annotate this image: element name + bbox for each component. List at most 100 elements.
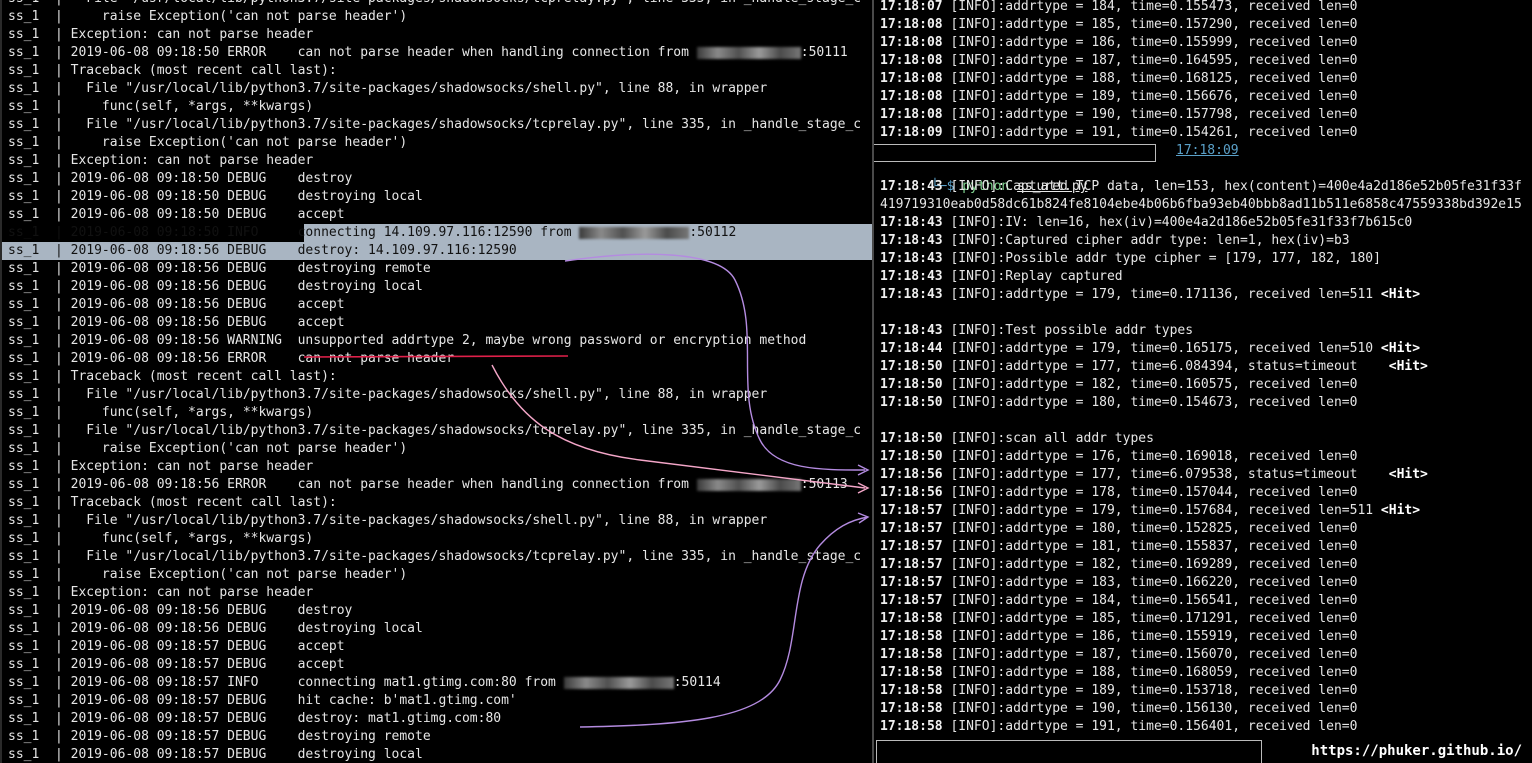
output-line: 17:18:08 [INFO]:addrtype = 189, time=0.1… xyxy=(874,88,1532,106)
log-line: ss_1 | File "/usr/local/lib/python3.7/si… xyxy=(2,80,874,98)
timestamp: 17:18:50 xyxy=(880,449,943,464)
log-line: ss_1 | 2019-06-08 09:18:56 DEBUG destroy… xyxy=(2,242,874,260)
log-text: 2019-06-08 09:18:56 ERROR can not parse … xyxy=(70,477,697,492)
output-text: 419719310eab0d58dc61b824fe8104ebe4b06b6f… xyxy=(880,197,1522,212)
output-line: 17:18:43 [INFO]:addrtype = 179, time=0.1… xyxy=(874,286,1532,304)
output-text: [INFO]:addrtype = 188, time=0.168059, re… xyxy=(942,665,1358,680)
log-port: :50114 xyxy=(673,675,721,690)
log-text: 2019-06-08 09:18:57 DEBUG accept xyxy=(70,657,345,672)
log-line: ss_1 | Exception: can not parse header xyxy=(2,152,874,170)
log-text: Exception: can not parse header xyxy=(70,27,314,42)
output-text: [INFO]:addrtype = 176, time=0.169018, re… xyxy=(942,449,1358,464)
output-text: [INFO]:Captured cipher addr type: len=1,… xyxy=(942,233,1350,248)
timestamp: 17:18:58 xyxy=(880,647,943,662)
log-line: ss_1 | func(self, *args, **kwargs) xyxy=(2,404,874,422)
log-port: :50113 xyxy=(800,477,848,492)
output-text: [INFO]:addrtype = 183, time=0.166220, re… xyxy=(942,575,1358,590)
timestamp: 17:18:43 xyxy=(880,179,943,194)
redacted-ip xyxy=(579,226,690,239)
log-line: ss_1 | 2019-06-08 09:18:56 DEBUG destroy xyxy=(2,602,874,620)
log-line: ss_1 | 2019-06-08 09:18:56 DEBUG destroy… xyxy=(2,278,874,296)
log-line: ss_1 | 2019-06-08 09:18:50 ERROR can not… xyxy=(2,44,874,62)
log-text: 2019-06-08 09:18:57 INFO connecting mat1… xyxy=(70,675,564,690)
log-prefix: ss_1 | xyxy=(8,531,87,546)
output-line: 17:18:56 [INFO]:addrtype = 177, time=6.0… xyxy=(874,466,1532,484)
timestamp: 17:18:57 xyxy=(880,593,943,608)
previous-scan-output: 17:18:07 [INFO]:addrtype = 184, time=0.1… xyxy=(874,0,1532,142)
hit-marker: <Hit> xyxy=(1388,467,1428,482)
log-line: ss_1 | 2019-06-08 09:18:56 DEBUG destroy… xyxy=(2,620,874,638)
output-line: 17:18:43 [INFO]:Possible addr type ciphe… xyxy=(874,250,1532,268)
output-text: [INFO]:addrtype = 188, time=0.168125, re… xyxy=(942,71,1358,86)
log-prefix: ss_1 | xyxy=(8,117,87,132)
output-line: 17:18:58 [INFO]:addrtype = 190, time=0.1… xyxy=(874,700,1532,718)
log-text: func(self, *args, **kwargs) xyxy=(86,405,314,420)
log-text: 2019-06-08 09:18:56 DEBUG destroy xyxy=(70,603,353,618)
log-text: 2019-06-08 09:18:50 DEBUG destroy xyxy=(70,171,353,186)
timestamp: 17:18:57 xyxy=(880,503,943,518)
output-line: 17:18:43 [INFO]:Captured cipher addr typ… xyxy=(874,232,1532,250)
log-prefix: ss_1 | xyxy=(8,459,71,474)
output-text: [INFO]:addrtype = 187, time=0.156070, re… xyxy=(942,647,1358,662)
output-text: [INFO]:addrtype = 179, time=0.171136, re… xyxy=(942,287,1381,302)
timestamp: 17:18:43 xyxy=(880,323,943,338)
log-line: ss_1 | 2019-06-08 09:18:56 ERROR can not… xyxy=(2,476,874,494)
log-prefix: ss_1 | xyxy=(8,9,87,24)
output-text: [INFO]:scan all addr types xyxy=(942,431,1154,446)
output-text: [INFO]:addrtype = 184, time=0.155473, re… xyxy=(942,0,1358,14)
output-line: 17:18:58 [INFO]:addrtype = 186, time=0.1… xyxy=(874,628,1532,646)
log-prefix: ss_1 | xyxy=(8,243,71,258)
log-text: Traceback (most recent call last): xyxy=(70,495,337,510)
watermark: https://phuker.github.io/ xyxy=(1307,743,1526,759)
server-log-pane[interactable]: ss_1 | File "/usr/local/lib/python3.7/si… xyxy=(0,0,874,763)
timestamp: 17:18:57 xyxy=(880,575,943,590)
redacted-ip xyxy=(696,478,801,491)
timestamp: 17:18:08 xyxy=(880,71,943,86)
log-port: :50112 xyxy=(689,225,737,240)
log-prefix: ss_1 | xyxy=(8,639,71,654)
output-text: [INFO]:addrtype = 181, time=0.155837, re… xyxy=(942,539,1358,554)
log-line: ss_1 | File "/usr/local/lib/python3.7/si… xyxy=(2,386,874,404)
timestamp: 17:18:57 xyxy=(880,539,943,554)
log-text: File "/usr/local/lib/python3.7/site-pack… xyxy=(86,117,862,132)
timestamp: 17:18:08 xyxy=(880,35,943,50)
output-line: 17:18:57 [INFO]:addrtype = 183, time=0.1… xyxy=(874,574,1532,592)
log-text: 2019-06-08 09:18:50 DEBUG destroying loc… xyxy=(70,189,423,204)
output-text: [INFO]:addrtype = 186, time=0.155999, re… xyxy=(942,35,1358,50)
output-line: 17:18:43 [INFO]:Replay captured xyxy=(874,268,1532,286)
log-text: raise Exception('can not parse header') xyxy=(86,567,408,582)
log-line: ss_1 | raise Exception('can not parse he… xyxy=(2,134,874,152)
attack-output-pane[interactable]: 17:18:07 [INFO]:addrtype = 184, time=0.1… xyxy=(872,0,1532,763)
output-text: [INFO]:Captured TCP data, len=153, hex(c… xyxy=(942,179,1522,194)
log-line: ss_1 | 2019-06-08 09:18:57 DEBUG accept xyxy=(2,656,874,674)
output-text: [INFO]:addrtype = 185, time=0.171291, re… xyxy=(942,611,1358,626)
timestamp: 17:18:58 xyxy=(880,611,943,626)
log-prefix: ss_1 | xyxy=(8,585,71,600)
timestamp: 17:18:57 xyxy=(880,521,943,536)
log-text: func(self, *args, **kwargs) xyxy=(86,531,314,546)
output-line: 17:18:08 [INFO]:addrtype = 185, time=0.1… xyxy=(874,16,1532,34)
log-prefix: ss_1 | xyxy=(8,225,71,240)
log-prefix: ss_1 | xyxy=(8,63,71,78)
redacted-ip xyxy=(696,46,801,59)
log-prefix: ss_1 | xyxy=(8,567,87,582)
log-text: 2019-06-08 09:18:57 DEBUG accept xyxy=(70,639,345,654)
output-text: [INFO]:addrtype = 177, time=6.079538, st… xyxy=(942,467,1389,482)
log-prefix: ss_1 | xyxy=(8,153,71,168)
output-line: 17:18:58 [INFO]:addrtype = 187, time=0.1… xyxy=(874,646,1532,664)
output-line: 17:18:58 [INFO]:addrtype = 191, time=0.1… xyxy=(874,718,1532,736)
timestamp: 17:18:43 xyxy=(880,233,943,248)
log-text: File "/usr/local/lib/python3.7/site-pack… xyxy=(86,513,768,528)
log-prefix: ss_1 | xyxy=(8,351,71,366)
log-prefix: ss_1 | xyxy=(8,423,87,438)
log-text: 2019-06-08 09:18:56 ERROR can not parse … xyxy=(70,351,455,366)
hit-marker: <Hit> xyxy=(1380,287,1421,302)
log-text: Exception: can not parse header xyxy=(70,585,314,600)
log-text: Exception: can not parse header xyxy=(70,153,314,168)
log-line: ss_1 | 2019-06-08 09:18:50 DEBUG accept xyxy=(2,206,874,224)
output-line: 17:18:50 [INFO]:addrtype = 182, time=0.1… xyxy=(874,376,1532,394)
log-prefix: ss_1 | xyxy=(8,45,71,60)
prompt-time: 17:18:09 xyxy=(1176,143,1239,158)
output-text: [INFO]:addrtype = 179, time=0.165175, re… xyxy=(942,341,1381,356)
